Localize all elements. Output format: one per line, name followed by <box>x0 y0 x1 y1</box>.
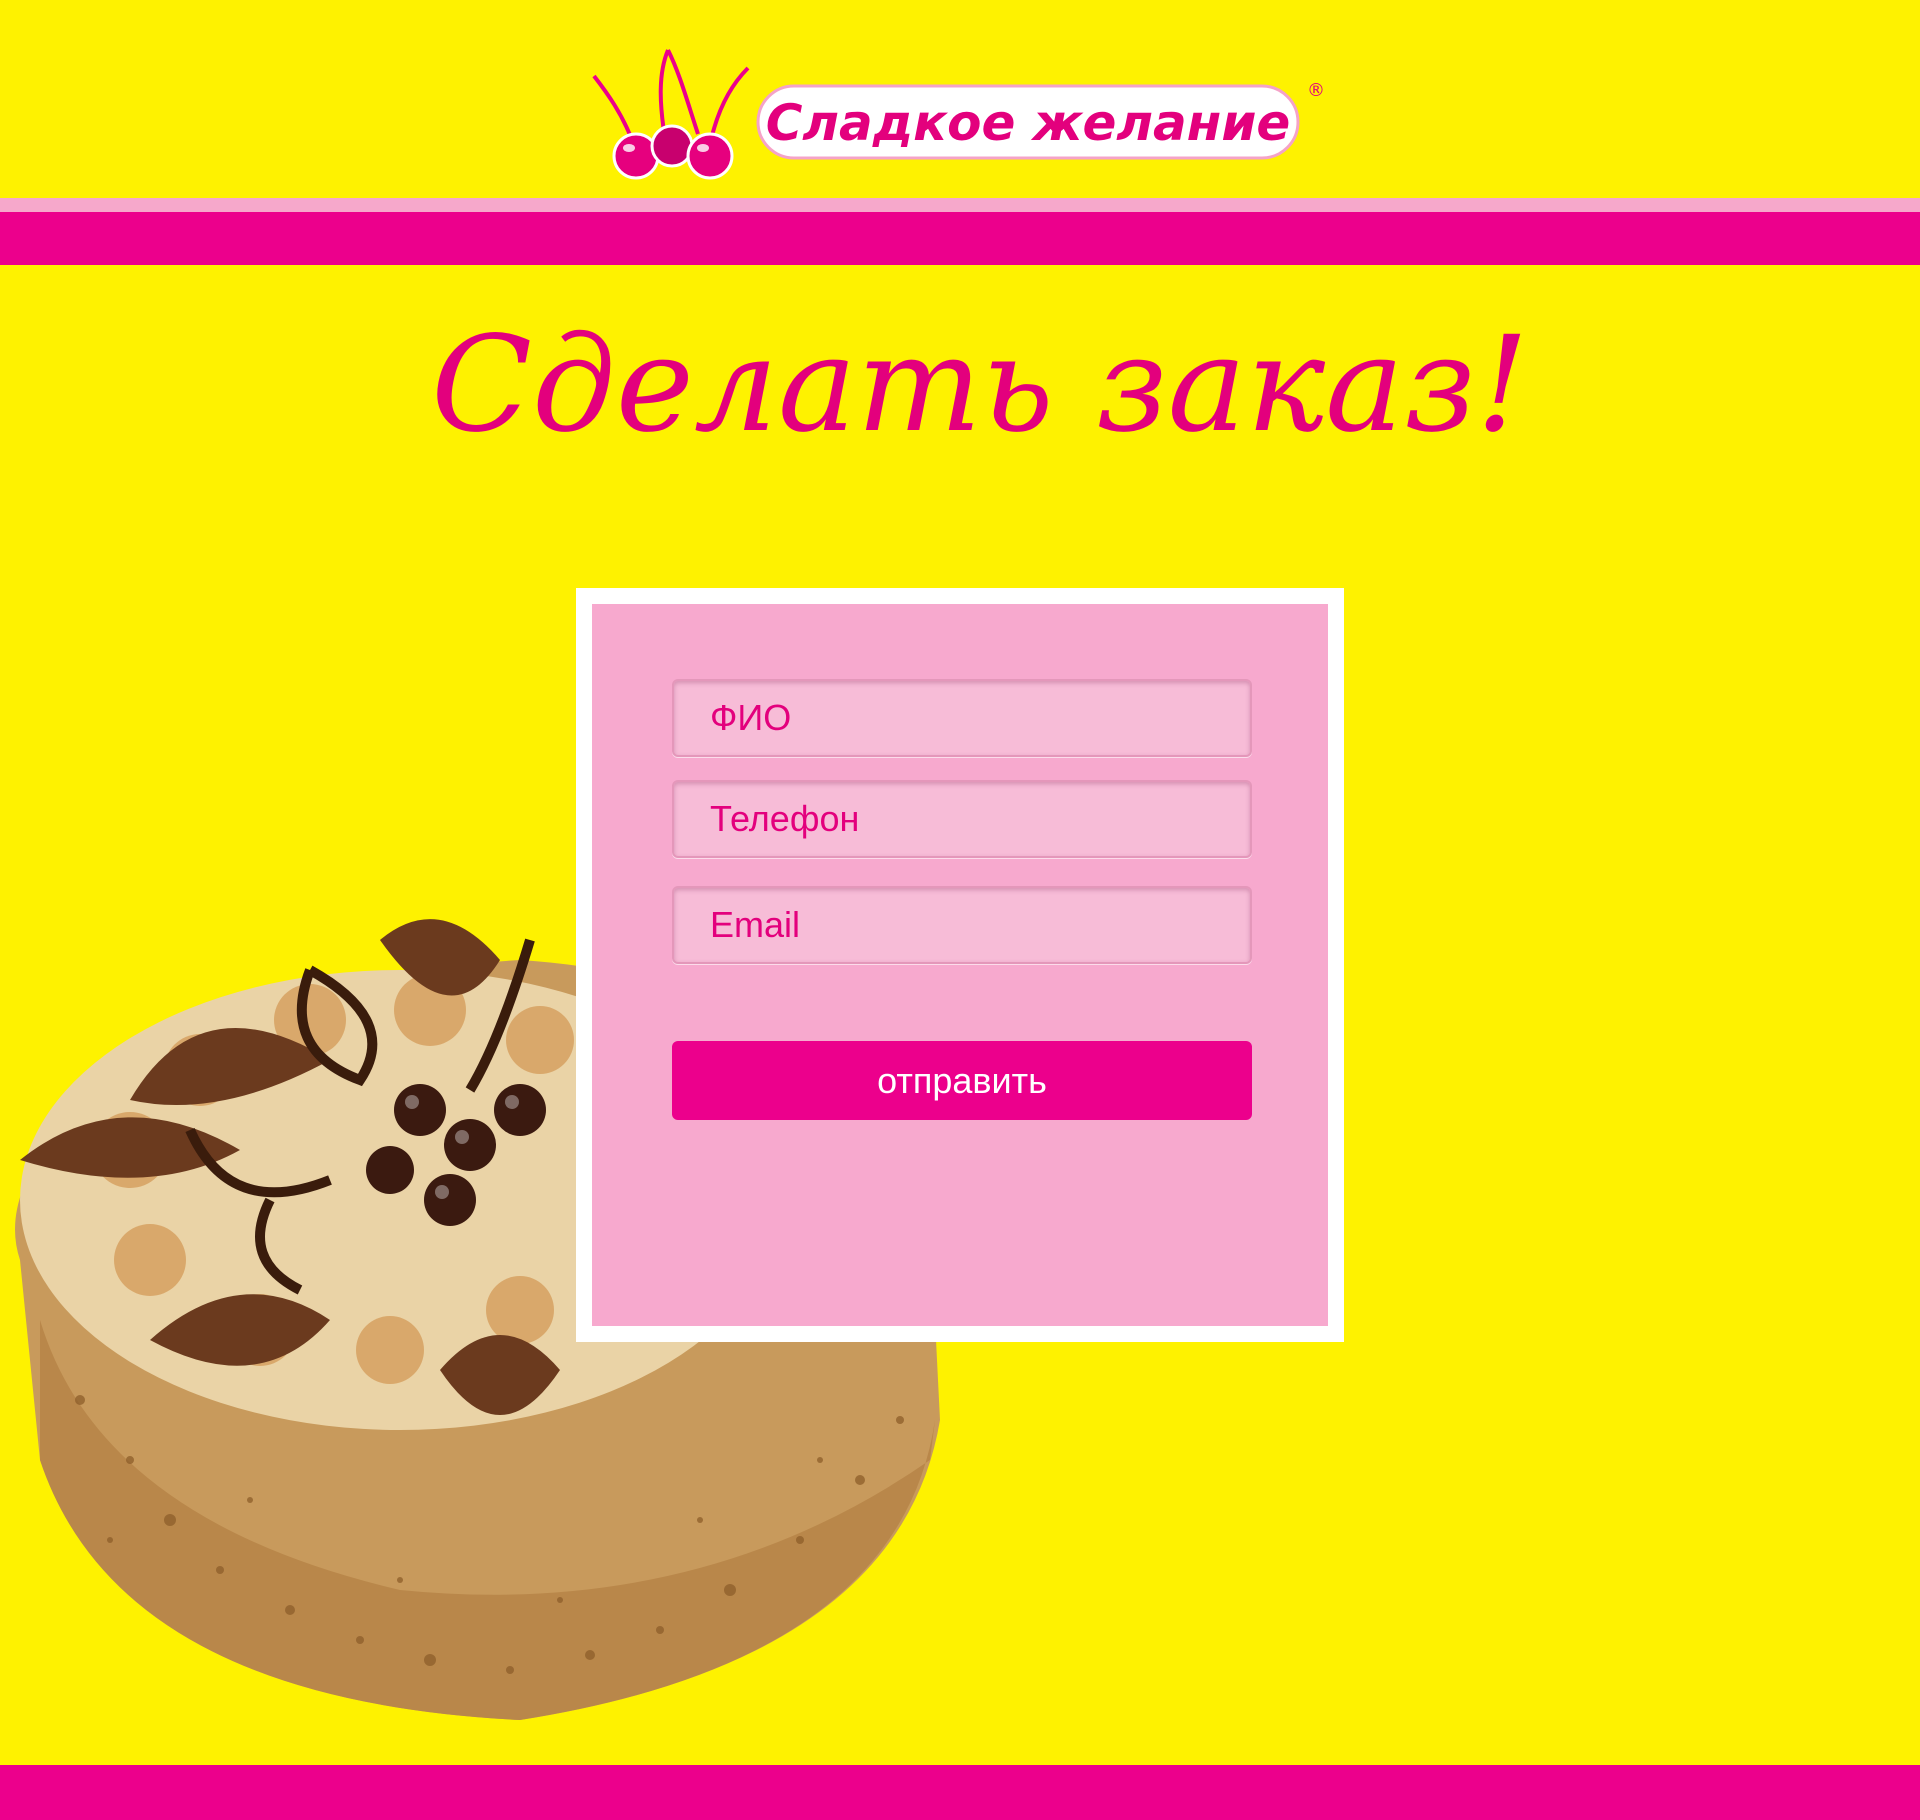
site-header: Сладкое желание ® <box>0 0 1920 198</box>
page-title-text: Сделать заказ! <box>431 308 1529 462</box>
registered-mark: ® <box>1307 80 1325 101</box>
footer-band <box>0 1765 1920 1820</box>
cherries-icon <box>592 49 750 180</box>
brand-logo-text: Сладкое желание <box>766 94 1291 152</box>
email-field[interactable]: Email <box>672 886 1252 964</box>
brand-logo[interactable]: Сладкое желание ® <box>588 44 1328 184</box>
phone-field[interactable]: Телефон <box>672 780 1252 858</box>
header-divider-band <box>0 212 1920 265</box>
order-form: ФИО Телефон Email отправить <box>592 604 1328 1326</box>
order-form-frame: ФИО Телефон Email отправить <box>576 588 1344 1342</box>
submit-button[interactable]: отправить <box>672 1041 1252 1120</box>
full-name-field[interactable]: ФИО <box>672 679 1252 757</box>
page-title: Сделать заказ! <box>431 308 1529 462</box>
header-divider-light <box>0 198 1920 212</box>
